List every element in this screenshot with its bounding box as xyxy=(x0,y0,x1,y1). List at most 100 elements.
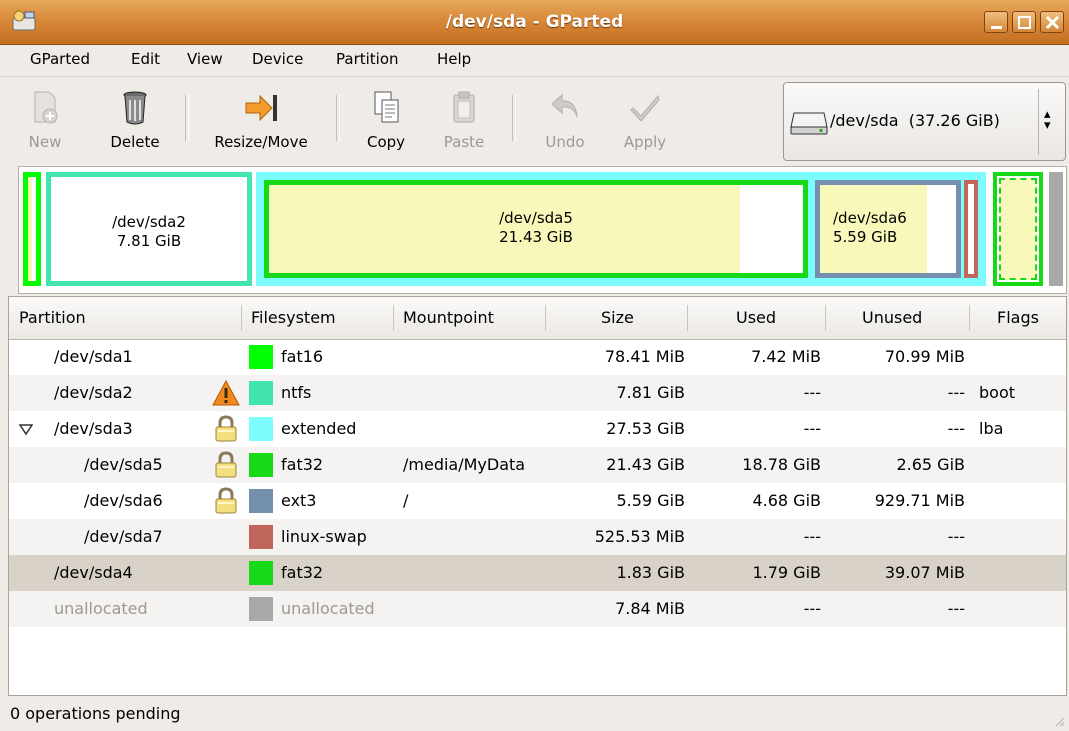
diskmap-sda5[interactable]: /dev/sda5 21.43 GiB xyxy=(264,180,808,278)
cell-unused: 2.65 GiB xyxy=(896,455,965,474)
maximize-button[interactable] xyxy=(1012,11,1036,33)
copy-icon xyxy=(374,91,399,123)
delete-label: Delete xyxy=(110,133,160,151)
cell-partition: /dev/sda1 xyxy=(54,347,133,366)
close-button[interactable] xyxy=(1040,11,1064,33)
diskmap-sda2-size: 7.81 GiB xyxy=(116,232,182,250)
table-row[interactable]: /dev/sda1 fat16 78.41 MiB 7.42 MiB 70.99… xyxy=(9,339,1066,375)
expander-triangle-icon[interactable] xyxy=(19,424,33,436)
fs-color-swatch xyxy=(249,561,273,585)
diskmap-sda1[interactable] xyxy=(23,172,41,286)
minimize-button[interactable] xyxy=(984,11,1008,33)
toolbar-separator xyxy=(336,95,340,141)
status-bar: 0 operations pending xyxy=(0,698,1069,731)
column-divider[interactable] xyxy=(545,305,546,331)
cell-flags: boot xyxy=(979,383,1016,402)
col-partition[interactable]: Partition xyxy=(19,297,86,339)
cell-partition: /dev/sda6 xyxy=(84,491,163,510)
device-selector[interactable]: /dev/sda (37.26 GiB) ▴ ▾ xyxy=(783,82,1066,161)
table-row[interactable]: /dev/sda5 fat32 /media/MyData 21.43 GiB … xyxy=(9,447,1066,483)
toolbar-separator xyxy=(512,95,516,141)
cell-partition: /dev/sda3 xyxy=(54,419,133,438)
col-unused[interactable]: Unused xyxy=(862,297,922,339)
cell-filesystem: linux-swap xyxy=(281,527,367,546)
cell-used: 4.68 GiB xyxy=(752,491,821,510)
table-row[interactable]: /dev/sda7 linux-swap 525.53 MiB --- --- xyxy=(9,519,1066,555)
copy-button[interactable]: Copy xyxy=(360,85,412,157)
cell-used: 1.79 GiB xyxy=(752,563,821,582)
col-filesystem[interactable]: Filesystem xyxy=(251,297,336,339)
fs-color-swatch xyxy=(249,597,273,621)
menu-bar: GParted Edit View Device Partition Help xyxy=(0,44,1069,76)
table-row[interactable]: /dev/sda6 ext3 / 5.59 GiB 4.68 GiB 929.7… xyxy=(9,483,1066,519)
table-row[interactable]: /dev/sda2 ntfs 7.81 GiB --- --- boot xyxy=(9,375,1066,411)
new-button[interactable]: New xyxy=(22,85,68,157)
cell-size: 7.81 GiB xyxy=(616,383,685,402)
diskmap-unallocated[interactable] xyxy=(1049,172,1063,286)
diskmap-sda2-name: /dev/sda2 xyxy=(112,213,186,231)
table-row[interactable]: unallocated unallocated 7.84 MiB --- --- xyxy=(9,591,1066,627)
table-row-selected[interactable]: /dev/sda4 fat32 1.83 GiB 1.79 GiB 39.07 … xyxy=(9,555,1066,591)
menu-gparted[interactable]: GParted xyxy=(30,50,90,68)
diskmap-sda6-size: 5.59 GiB xyxy=(833,228,898,246)
undo-button[interactable]: Undo xyxy=(537,85,593,157)
cell-partition: unallocated xyxy=(54,599,148,618)
apply-label: Apply xyxy=(623,133,667,151)
lock-icon xyxy=(215,451,237,478)
toolbar-separator xyxy=(185,95,189,141)
menu-edit[interactable]: Edit xyxy=(131,50,160,68)
column-divider[interactable] xyxy=(241,305,242,331)
table-header: Partition Filesystem Mountpoint Size Use… xyxy=(9,297,1066,340)
column-divider[interactable] xyxy=(969,305,970,331)
cell-mountpoint: /media/MyData xyxy=(403,455,526,474)
col-mountpoint[interactable]: Mountpoint xyxy=(403,297,494,339)
menu-help[interactable]: Help xyxy=(437,50,471,68)
column-divider[interactable] xyxy=(825,305,826,331)
new-label: New xyxy=(28,133,62,151)
column-divider[interactable] xyxy=(687,305,688,331)
resize-move-button[interactable]: Resize/Move xyxy=(202,85,320,157)
col-used[interactable]: Used xyxy=(736,297,776,339)
table-row[interactable]: /dev/sda3 extended 27.53 GiB --- --- lba xyxy=(9,411,1066,447)
close-icon xyxy=(1045,15,1060,30)
cell-size: 78.41 MiB xyxy=(604,347,685,366)
cell-unused: 70.99 MiB xyxy=(884,347,965,366)
resize-grip-icon[interactable] xyxy=(1053,715,1065,727)
diskmap-sda6[interactable]: /dev/sda6 5.59 GiB xyxy=(815,180,961,278)
cell-unused: --- xyxy=(947,527,965,546)
cell-partition: /dev/sda4 xyxy=(54,563,133,582)
title-bar[interactable]: /dev/sda - GParted xyxy=(0,0,1069,45)
fs-color-swatch xyxy=(249,453,273,477)
col-flags[interactable]: Flags xyxy=(997,297,1039,339)
cell-filesystem: ext3 xyxy=(281,491,317,510)
diskmap-sda4[interactable] xyxy=(993,172,1043,286)
delete-button[interactable]: Delete xyxy=(100,85,170,157)
menu-view[interactable]: View xyxy=(187,50,223,68)
apply-button[interactable]: Apply xyxy=(615,85,675,157)
window-title: /dev/sda - GParted xyxy=(445,12,624,32)
cell-used: --- xyxy=(803,599,821,618)
paste-label: Paste xyxy=(443,133,485,151)
paste-icon xyxy=(453,91,475,123)
minimize-icon xyxy=(991,26,1002,29)
paste-button[interactable]: Paste xyxy=(436,85,492,157)
diskmap-sda3-extended[interactable]: /dev/sda5 21.43 GiB /dev/sda6 5.59 GiB xyxy=(256,172,986,286)
disk-graphic-map: /dev/sda2 7.81 GiB /dev/sda5 21.43 GiB /… xyxy=(18,166,1067,294)
resize-arrow-icon xyxy=(245,94,277,122)
partition-table: Partition Filesystem Mountpoint Size Use… xyxy=(8,296,1067,696)
cell-flags: lba xyxy=(979,419,1004,438)
cell-used: --- xyxy=(803,383,821,402)
cell-used: 18.78 GiB xyxy=(742,455,821,474)
resize-move-label: Resize/Move xyxy=(214,133,308,151)
checkmark-icon xyxy=(630,94,660,122)
col-size[interactable]: Size xyxy=(601,297,634,339)
cell-partition: /dev/sda7 xyxy=(84,527,163,546)
column-divider[interactable] xyxy=(393,305,394,331)
diskmap-sda2[interactable]: /dev/sda2 7.81 GiB xyxy=(46,172,252,286)
cell-size: 5.59 GiB xyxy=(616,491,685,510)
diskmap-sda7[interactable] xyxy=(964,180,978,278)
menu-device[interactable]: Device xyxy=(252,50,303,68)
fs-color-swatch xyxy=(249,381,273,405)
undo-icon xyxy=(551,93,578,118)
menu-partition[interactable]: Partition xyxy=(336,50,399,68)
